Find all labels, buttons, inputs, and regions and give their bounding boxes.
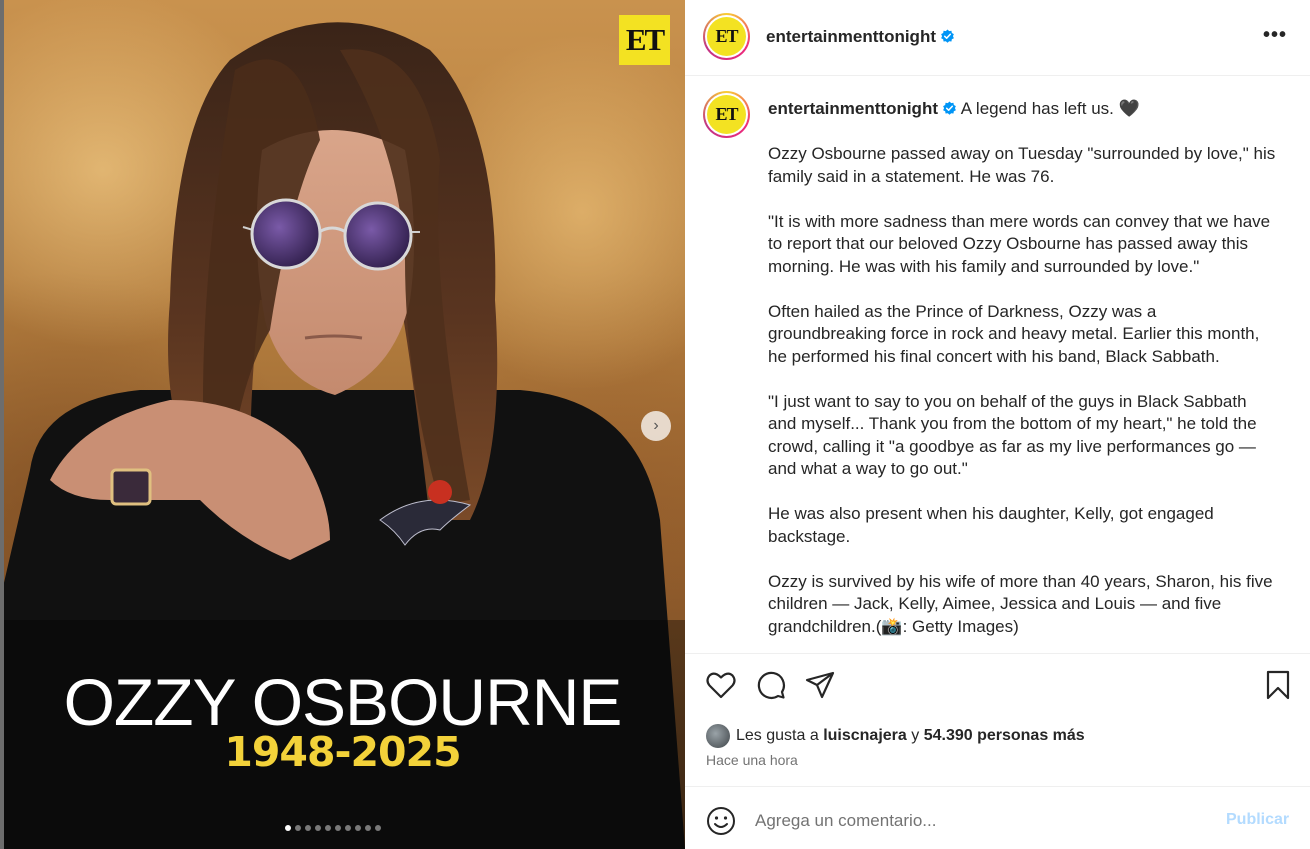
carousel-dot <box>345 825 351 831</box>
comment-input[interactable] <box>755 807 1195 835</box>
username-text[interactable]: entertainmenttonight <box>766 27 936 46</box>
post-header: ET entertainmenttonight ••• <box>685 0 1310 76</box>
share-button[interactable] <box>804 668 836 702</box>
carousel-dot <box>375 825 381 831</box>
caption-body: Ozzy Osbourne passed away on Tuesday "su… <box>768 143 1278 653</box>
carousel-indicator <box>285 825 381 831</box>
likes-count[interactable]: 54.390 personas más <box>924 727 1085 745</box>
caption-headline: entertainmenttonight A legend has left u… <box>768 99 1140 119</box>
carousel-dot <box>325 825 331 831</box>
emoji-smiley-icon[interactable] <box>706 806 736 836</box>
post-media[interactable]: ET › OZZY OSBOURNE 1948-2025 <box>0 0 685 849</box>
carousel-dot <box>365 825 371 831</box>
carousel-dot <box>315 825 321 831</box>
bookmark-icon <box>1266 670 1290 700</box>
carousel-next-button[interactable]: › <box>641 411 671 441</box>
username-link[interactable]: entertainmenttonight <box>766 27 955 47</box>
action-bar <box>685 668 1310 708</box>
caption-avatar[interactable]: ET <box>703 91 750 138</box>
more-options-icon[interactable]: ••• <box>1263 24 1287 47</box>
liker-username[interactable]: luiscnajera <box>823 727 907 745</box>
caption-paragraph: "I just want to say to you on behalf of … <box>768 391 1257 479</box>
caption-area: ET entertainmenttonight A legend has lef… <box>685 77 1310 654</box>
caption-paragraph: "It is with more sadness than mere words… <box>768 211 1271 276</box>
verified-badge-icon <box>941 29 954 43</box>
post-timestamp[interactable]: Hace una hora <box>706 752 798 768</box>
carousel-dot <box>295 825 301 831</box>
caption-headline-text: A legend has left us. 🖤 <box>960 99 1140 118</box>
comment-bubble-icon <box>757 671 785 699</box>
caption-paragraph: Often hailed as the Prince of Darkness, … <box>768 301 1260 366</box>
heart-icon <box>706 672 736 699</box>
likes-connector: y <box>911 727 920 744</box>
caption-paragraph: Ozzy is survived by his wife of more tha… <box>768 571 1273 636</box>
like-button[interactable] <box>705 668 737 702</box>
et-logo: ET <box>619 15 670 65</box>
publish-button[interactable]: Publicar <box>1226 811 1289 829</box>
caption-paragraph: He was also present when his daughter, K… <box>768 504 1214 546</box>
caption-paragraph: Ozzy Osbourne passed away on Tuesday "su… <box>768 144 1276 186</box>
carousel-dot <box>335 825 341 831</box>
carousel-dot <box>285 825 291 831</box>
carousel-dot <box>305 825 311 831</box>
caption-username[interactable]: entertainmenttonight <box>768 99 938 118</box>
comment-button[interactable] <box>755 668 787 702</box>
chevron-right-icon: › <box>653 417 659 434</box>
likes-summary[interactable]: Les gusta a luiscnajera y 54.390 persona… <box>706 724 1085 748</box>
liker-avatar <box>706 724 730 748</box>
post-side-panel: ET entertainmenttonight ••• ET entertain… <box>685 0 1310 849</box>
overlay-years: 1948-2025 <box>224 728 461 776</box>
save-button[interactable] <box>1262 668 1294 702</box>
paper-plane-icon <box>805 671 835 699</box>
likes-prefix: Les gusta a <box>736 727 819 744</box>
carousel-dot <box>355 825 361 831</box>
verified-badge-icon <box>943 101 956 115</box>
comment-bar: Publicar <box>685 786 1310 849</box>
avatar[interactable]: ET <box>703 13 750 60</box>
